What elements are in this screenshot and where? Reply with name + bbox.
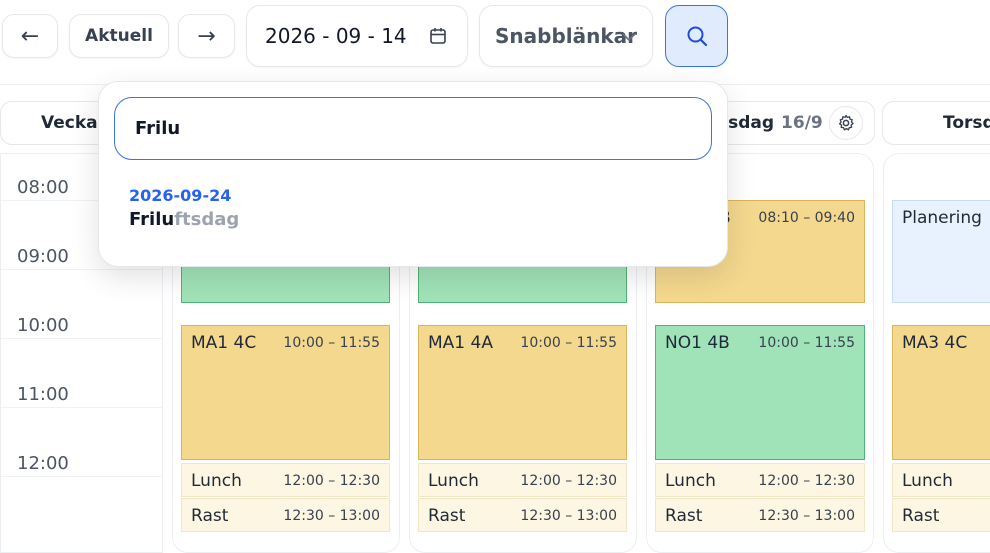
event-name: Planering	[902, 208, 982, 228]
event-name: Rast	[428, 506, 466, 526]
search-result-item[interactable]: 2026-09-24 Friluftsdag	[129, 186, 239, 230]
quicklinks-dropdown[interactable]: Snabblänkar	[479, 5, 653, 67]
search-result-title: Friluftsdag	[129, 209, 239, 230]
arrow-right-icon: →	[197, 23, 216, 49]
event-name: Lunch	[191, 471, 242, 491]
event-name: Rast	[902, 506, 940, 526]
search-button[interactable]	[665, 5, 728, 67]
time-label: 11:00	[17, 384, 69, 405]
forward-button[interactable]: →	[178, 14, 235, 58]
event-block[interactable]: Rast 12:30 – 13:00	[418, 498, 627, 532]
time-label: 12:00	[17, 453, 69, 474]
event-name: Lunch	[902, 471, 953, 491]
hour-line	[1, 269, 163, 270]
event-block[interactable]: Rast 12:30 – 13:00	[655, 498, 865, 532]
current-button[interactable]: Aktuell	[69, 14, 169, 58]
arrow-left-icon: ←	[20, 23, 40, 49]
hour-line	[1, 476, 163, 477]
event-time: 08:10 – 09:40	[758, 210, 855, 226]
time-label: 09:00	[17, 246, 69, 267]
week-label: Vecka	[41, 113, 98, 133]
event-block[interactable]: Rast	[892, 498, 990, 532]
event-block[interactable]: Planering	[892, 200, 990, 303]
search-popup: 2026-09-24 Friluftsdag	[98, 81, 728, 267]
search-result-rest: ftsdag	[174, 209, 240, 230]
event-name: MA1 4C	[191, 333, 257, 353]
hour-line	[1, 407, 163, 408]
event-block[interactable]: Lunch 12:00 – 12:30	[181, 463, 390, 497]
event-name: Rast	[191, 506, 229, 526]
event-block[interactable]: MA1 4A 10:00 – 11:55	[418, 325, 627, 460]
event-time: 10:00 – 11:55	[758, 335, 855, 351]
event-block[interactable]: Lunch 12:00 – 12:30	[655, 463, 865, 497]
quicklinks-label: Snabblänkar	[495, 24, 638, 48]
event-time: 12:30 – 13:00	[758, 508, 855, 524]
event-time: 12:00 – 12:30	[283, 473, 380, 489]
day-settings-button[interactable]	[829, 106, 863, 140]
back-button[interactable]: ←	[2, 14, 58, 58]
date-value: 2026 - 09 - 14	[265, 24, 407, 48]
event-name: NO1 4B	[665, 333, 730, 353]
event-name: Lunch	[665, 471, 716, 491]
event-block[interactable]: Lunch	[892, 463, 990, 497]
event-time: 12:00 – 12:30	[520, 473, 617, 489]
event-name: MA1 4A	[428, 333, 493, 353]
event-time: 12:30 – 13:00	[283, 508, 380, 524]
calendar-icon	[430, 28, 446, 44]
hour-line	[1, 338, 163, 339]
event-block[interactable]: NO1 4B 10:00 – 11:55	[655, 325, 865, 460]
gear-icon	[838, 114, 854, 131]
day-name: Torsd	[943, 113, 990, 133]
event-block[interactable]: MA3 4C	[892, 325, 990, 460]
event-time: 12:00 – 12:30	[758, 473, 855, 489]
chevron-down-icon	[622, 33, 636, 42]
search-icon	[687, 26, 707, 47]
search-result-match: Frilu	[129, 209, 175, 230]
time-label: 10:00	[17, 315, 69, 336]
event-name: Lunch	[428, 471, 479, 491]
event-block[interactable]: MA1 4C 10:00 – 11:55	[181, 325, 390, 460]
event-name: Rast	[665, 506, 703, 526]
search-input[interactable]	[114, 97, 712, 160]
day-date: 16/9	[781, 113, 823, 133]
time-label: 08:00	[17, 177, 69, 198]
event-block[interactable]: Lunch 12:00 – 12:30	[418, 463, 627, 497]
event-name: MA3 4C	[902, 333, 968, 353]
day-header-thursday: Torsd	[882, 101, 990, 145]
search-result-date: 2026-09-24	[129, 186, 232, 205]
event-block[interactable]: Rast 12:30 – 13:00	[181, 498, 390, 532]
event-time: 10:00 – 11:55	[283, 335, 380, 351]
date-picker[interactable]: 2026 - 09 - 14	[246, 5, 468, 67]
event-time: 12:30 – 13:00	[520, 508, 617, 524]
event-time: 10:00 – 11:55	[520, 335, 617, 351]
